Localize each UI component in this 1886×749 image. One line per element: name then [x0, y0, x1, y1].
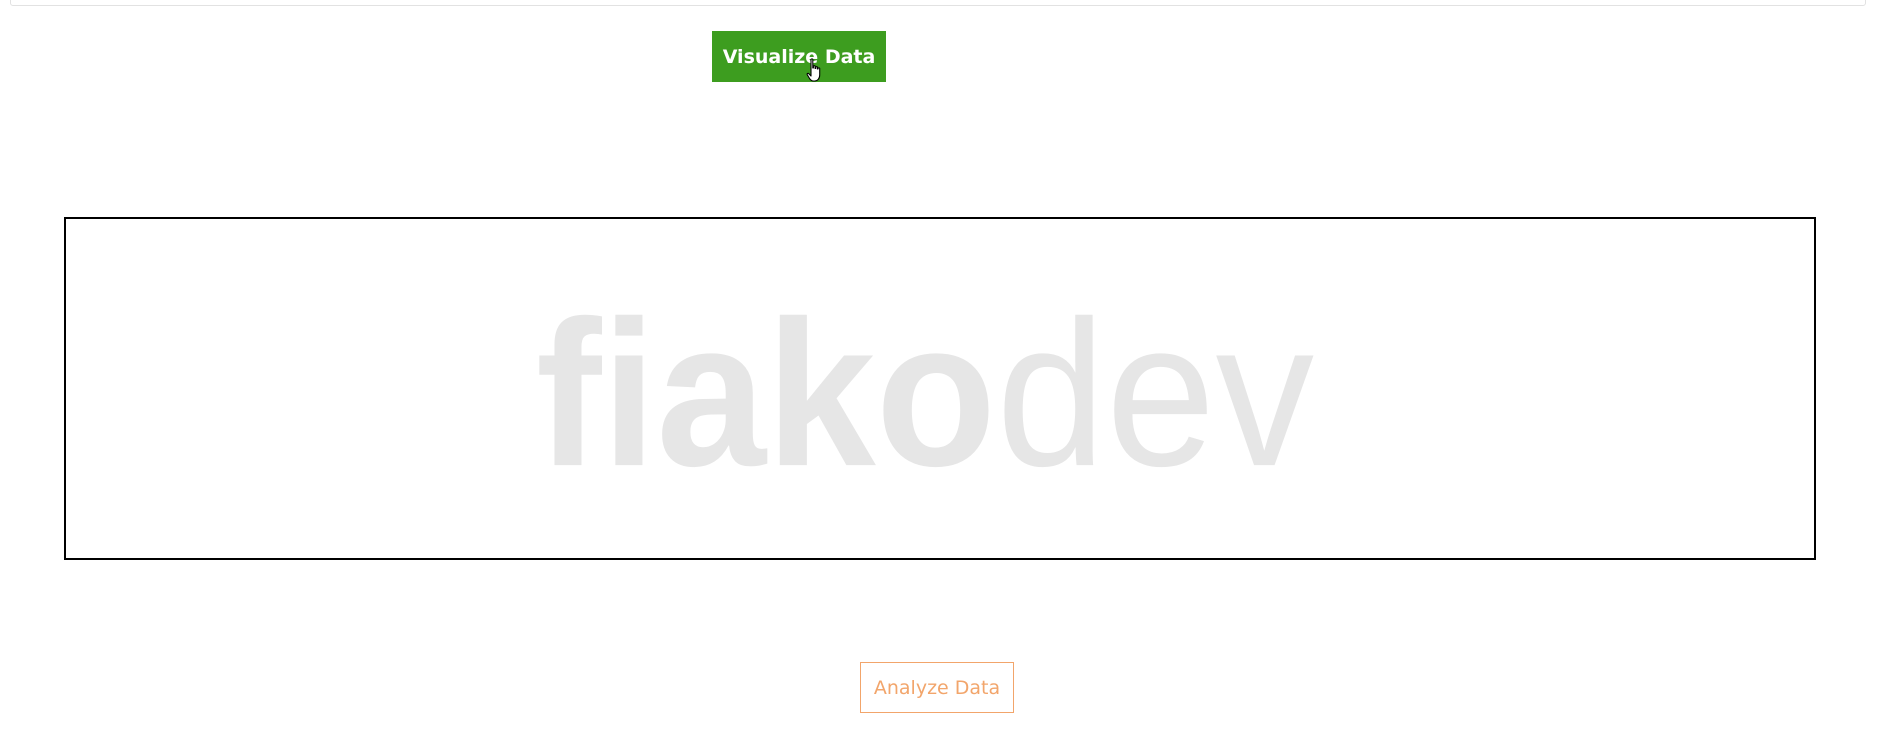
hand-pointer-icon	[806, 58, 821, 82]
logo-frame: fiakodev	[64, 217, 1816, 560]
fiakodev-logo: fiakodev	[536, 278, 1314, 510]
analyze-data-button[interactable]: Analyze Data	[860, 662, 1014, 713]
svg-text:fiakodev: fiakodev	[536, 278, 1314, 510]
logo-light-text: dev	[996, 278, 1314, 510]
top-panel	[10, 0, 1866, 6]
page: Visualize Data fiakodev Analyze Data	[0, 0, 1886, 749]
visualize-data-button[interactable]: Visualize Data	[712, 31, 886, 82]
logo-bold-text: fiako	[536, 278, 996, 510]
